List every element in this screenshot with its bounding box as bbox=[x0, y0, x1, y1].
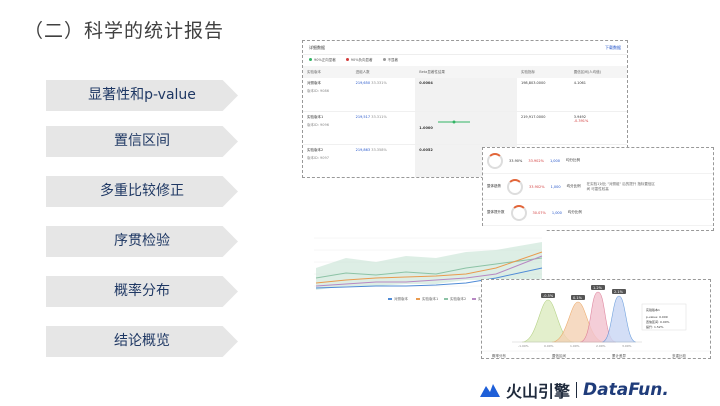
table-row[interactable]: 对照版本版本ID: 9086 219,650 33.331% 0.0004 19… bbox=[303, 78, 627, 112]
conclusion-value: 均分比例 bbox=[565, 158, 580, 162]
conclusion-row[interactable]: 33.90% 33.902% 1,000 均分比例 bbox=[483, 148, 713, 174]
ci-bar-icon bbox=[437, 120, 470, 123]
menu-item-probability-distribution[interactable]: 概率分布 bbox=[46, 276, 238, 307]
menu-item-sequential-testing[interactable]: 序贯检验 bbox=[46, 226, 238, 257]
tab-confidence: 置信区间 bbox=[552, 353, 566, 358]
conclusion-value: 均分比例 bbox=[567, 210, 582, 214]
trend-legend: 实验版本2 bbox=[450, 296, 466, 301]
tab-cumulative: 累计差异 bbox=[612, 353, 626, 358]
distribution-chart: -0.5% 0.1% 1.2% 2.1% -1.00% 0.00% 1.00% … bbox=[482, 285, 710, 358]
menu-item-confidence-interval[interactable]: 置信区间 bbox=[46, 126, 238, 157]
axis-tick: 3.00% bbox=[622, 344, 632, 348]
users-pct: 33.358% bbox=[371, 147, 387, 152]
ci-value: 4.1061 bbox=[569, 78, 627, 112]
ci-pct: -0.391% bbox=[573, 118, 589, 123]
trend-legend: 实验版本1 bbox=[422, 296, 438, 301]
version-id: 版本ID: 9097 bbox=[307, 155, 329, 160]
version-name: 实验版本1 bbox=[307, 114, 324, 119]
datafun-logo-text: DataFun. bbox=[583, 380, 669, 400]
users-value: 219,517 bbox=[355, 114, 371, 119]
menu-item-multiple-comparison[interactable]: 多重比较修正 bbox=[46, 176, 238, 207]
peak-label: -0.5% bbox=[543, 294, 554, 298]
column-header: Beta显著性结果 bbox=[415, 66, 517, 78]
sig-value: 0.0052 bbox=[419, 147, 433, 152]
peak-label: 1.2% bbox=[593, 286, 603, 290]
legend-label: 90%负向显著 bbox=[350, 58, 373, 62]
volcano-logo-icon bbox=[480, 384, 500, 397]
peak-label: 0.1% bbox=[573, 296, 583, 300]
conclusion-row[interactable]: 整体趋势 33.902% 1,000 均分比例 在实验1对比 "对照组" 后的提… bbox=[483, 174, 713, 200]
conclusion-panel: 33.90% 33.902% 1,000 均分比例 整体趋势 33.902% 1… bbox=[482, 147, 714, 231]
axis-tick: 1.00% bbox=[570, 344, 580, 348]
topic-menu: 显著性和p-value 置信区间 多重比较修正 序贯检验 概率分布 结论概览 bbox=[46, 80, 238, 376]
progress-ring-icon bbox=[510, 204, 527, 221]
progress-ring-icon bbox=[507, 178, 523, 195]
peak-label: 2.1% bbox=[614, 290, 624, 294]
conclusion-value: 33.902% bbox=[529, 184, 545, 189]
logo-divider bbox=[576, 382, 578, 398]
row-label: 整体趋势 bbox=[487, 184, 501, 188]
tooltip-row: 置信区间: 0.00% bbox=[646, 319, 670, 324]
volcengine-logo-text: 火山引擎 bbox=[506, 382, 571, 401]
progress-ring-icon bbox=[487, 152, 503, 169]
tooltip-row: 提升: 1.52% bbox=[646, 324, 664, 329]
users-pct: 33.331% bbox=[371, 81, 387, 85]
legend-label: 90%正向显著 bbox=[314, 58, 336, 62]
conclusion-value: 30.07% bbox=[532, 210, 546, 215]
report-legend: 90%正向显著 90%负向显著 不显著 bbox=[303, 55, 627, 66]
version-id: 版本ID: 9096 bbox=[307, 122, 329, 127]
conclusion-value: 1,000 bbox=[551, 210, 562, 215]
metric-value: 198,803.0000 bbox=[516, 78, 570, 112]
table-row[interactable]: 实验版本1 版本ID: 9096 219,517 33.311% 1.0000 2… bbox=[303, 111, 627, 145]
axis-tick: -1.00% bbox=[518, 344, 529, 348]
sig-value: 0.0004 bbox=[419, 81, 433, 85]
legend-label: 不显著 bbox=[387, 58, 399, 62]
column-header: 实验版本 bbox=[303, 66, 352, 78]
tooltip-title: 实验版本1 bbox=[646, 307, 660, 312]
footer-logos: 火山引擎 DataFun. bbox=[480, 378, 669, 402]
axis-tick: 2.00% bbox=[596, 344, 606, 348]
column-header: 置信区间(人均值) bbox=[569, 66, 627, 78]
conclusion-value: 33.902% bbox=[528, 158, 544, 163]
download-link[interactable]: 下载数据 bbox=[605, 45, 621, 50]
row-label: 整体提升数 bbox=[487, 210, 505, 214]
tab-probability: 概率分布 bbox=[492, 353, 506, 358]
menu-item-conclusion[interactable]: 结论概览 bbox=[46, 326, 238, 357]
legend-dot-icon bbox=[345, 58, 349, 61]
ring-label: 33.90% bbox=[509, 158, 523, 163]
trend-legend: 对照版本 bbox=[394, 296, 408, 301]
column-header: 实验指标 bbox=[516, 66, 570, 78]
conclusion-value: 均分比例 bbox=[566, 184, 581, 188]
version-name: 对照版本 bbox=[307, 81, 321, 85]
conclusion-note: 在实验1对比 "对照组" 后的提升 指标置信区间 可靠性较高 bbox=[586, 181, 655, 191]
legend-dot-icon bbox=[309, 58, 312, 61]
metric-value: 219,917.0000 bbox=[516, 111, 570, 145]
users-pct: 33.311% bbox=[371, 114, 387, 119]
conclusion-value: 1,000 bbox=[550, 184, 561, 189]
conclusion-row[interactable]: 整体提升数 30.07% 1,000 均分比例 bbox=[483, 200, 713, 226]
distribution-panel: -0.5% 0.1% 1.2% 2.1% -1.00% 0.00% 1.00% … bbox=[481, 279, 711, 359]
tab-multiple: 多重比较 bbox=[672, 353, 686, 358]
version-id: 版本ID: 9086 bbox=[307, 89, 329, 93]
conclusion-value: 1,000 bbox=[549, 158, 560, 163]
version-name: 实验版本2 bbox=[307, 147, 324, 152]
report-header: 详细数据 bbox=[309, 45, 325, 50]
axis-tick: 0.00% bbox=[544, 344, 554, 348]
users-value: 219,650 bbox=[355, 81, 371, 85]
tooltip-row: p-value: 0.009 bbox=[646, 315, 668, 319]
menu-item-significance[interactable]: 显著性和p-value bbox=[46, 80, 238, 111]
column-header: 进组人数 bbox=[351, 66, 416, 78]
sig-value: 1.0000 bbox=[419, 125, 433, 130]
users-value: 219,863 bbox=[355, 147, 371, 152]
legend-dot-icon bbox=[382, 58, 386, 61]
page-title: （二）科学的统计报告 bbox=[24, 20, 225, 42]
